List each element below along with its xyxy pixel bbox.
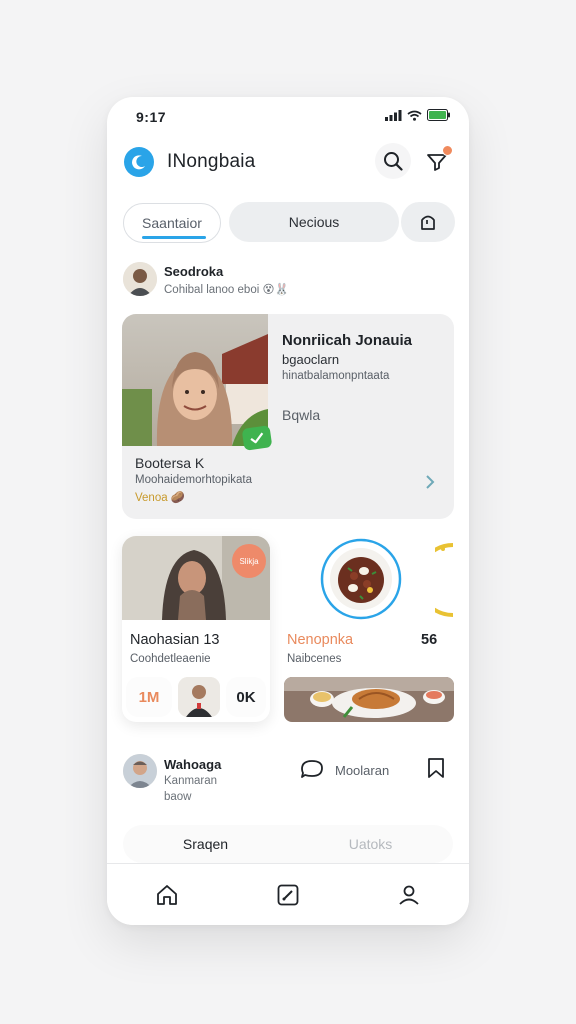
lower-tabs: Sraqen Uatoks — [123, 825, 453, 863]
check-icon — [250, 432, 264, 444]
featured-footer-name: Bootersa K — [135, 455, 205, 471]
author-name: Seodroka — [164, 264, 224, 279]
notification-dot — [442, 145, 453, 156]
notifications-button[interactable] — [419, 143, 455, 179]
search-button[interactable] — [375, 143, 411, 179]
lower-tab-sraqen[interactable]: Sraqen — [123, 825, 288, 863]
small-card-subtitle: Coohdetleaenie — [130, 653, 211, 665]
battery-icon — [427, 109, 450, 121]
tab-label: Saantaior — [142, 215, 202, 231]
nav-home[interactable] — [147, 875, 187, 915]
home-icon — [157, 885, 178, 905]
small-card[interactable]: Slikja Naohasian 13 Coohdetleaenie 1M 0K — [122, 536, 270, 722]
verified-badge — [241, 425, 273, 451]
featured-line3: hinatbalamonpntaata — [282, 370, 390, 382]
bookmark-button[interactable] — [427, 757, 445, 784]
chevron-right-icon — [426, 475, 435, 489]
stat-followers: 1M — [126, 677, 172, 717]
tab-filter[interactable] — [399, 202, 455, 242]
tab-saantaior[interactable]: Saantaior — [123, 203, 221, 243]
edit-icon — [277, 884, 299, 906]
bookmark-icon — [428, 758, 444, 778]
tab-necious[interactable]: Necious — [229, 202, 399, 242]
comment-line1: Kanmaran — [164, 775, 218, 787]
featured-title: Nonriicah Jonauia — [282, 332, 413, 349]
food-subtitle: Naibcenes — [287, 653, 342, 665]
food-count: 56 — [421, 632, 438, 648]
stat-likes: 0K — [226, 677, 266, 717]
comment-action-label: Moolaran — [335, 763, 390, 778]
tab-active-indicator — [142, 236, 206, 239]
featured-card[interactable]: Nonriicah Jonauia bgaoclarn hinatbalamon… — [122, 314, 454, 519]
app-title: INongbaia — [167, 151, 256, 172]
food-title: Nenopnka — [287, 632, 354, 648]
tab-label: Necious — [288, 214, 340, 230]
moon-logo-icon — [132, 155, 145, 170]
featured-line4: Bqwla — [282, 407, 321, 423]
author-avatar[interactable] — [123, 262, 157, 296]
featured-line2: bgaoclarn — [282, 352, 340, 367]
next-food-preview[interactable] — [435, 543, 455, 617]
bottom-nav — [107, 863, 469, 925]
comment-line2: baow — [164, 791, 192, 803]
commenter-name: Wahoaga — [164, 757, 222, 772]
stat-avatar — [178, 677, 220, 717]
featured-photo — [122, 314, 268, 446]
signal-icon — [385, 109, 402, 121]
commenter-avatar[interactable] — [123, 754, 157, 788]
author-subtitle: Cohibal lanoo eboi 😵🐰 — [164, 284, 289, 296]
featured-footer-tag: Venoa 🥔 — [135, 492, 186, 504]
small-card-badge: Slikja — [232, 544, 266, 578]
food-dish-photo[interactable] — [284, 677, 454, 722]
search-icon — [384, 152, 403, 171]
nav-compose[interactable] — [268, 875, 308, 915]
comment-action-button[interactable] — [299, 759, 325, 784]
phone-screen: 9:17 INongbaia Saantaior Necious Seodrok… — [107, 97, 469, 925]
status-icons — [385, 109, 451, 121]
app-logo — [124, 147, 154, 177]
featured-footer-sub: Moohaidemorhtopikata — [135, 474, 252, 486]
featured-open-button[interactable] — [424, 474, 436, 495]
nav-profile[interactable] — [389, 875, 429, 915]
wifi-icon — [407, 110, 422, 121]
lower-tab-uatoks[interactable]: Uatoks — [288, 825, 453, 863]
profile-icon — [399, 885, 419, 905]
chat-bubble-icon — [301, 760, 323, 778]
food-plate-image[interactable] — [320, 538, 402, 620]
bag-icon — [421, 215, 435, 230]
status-time: 9:17 — [136, 109, 167, 125]
small-card-title: Naohasian 13 — [130, 632, 220, 648]
